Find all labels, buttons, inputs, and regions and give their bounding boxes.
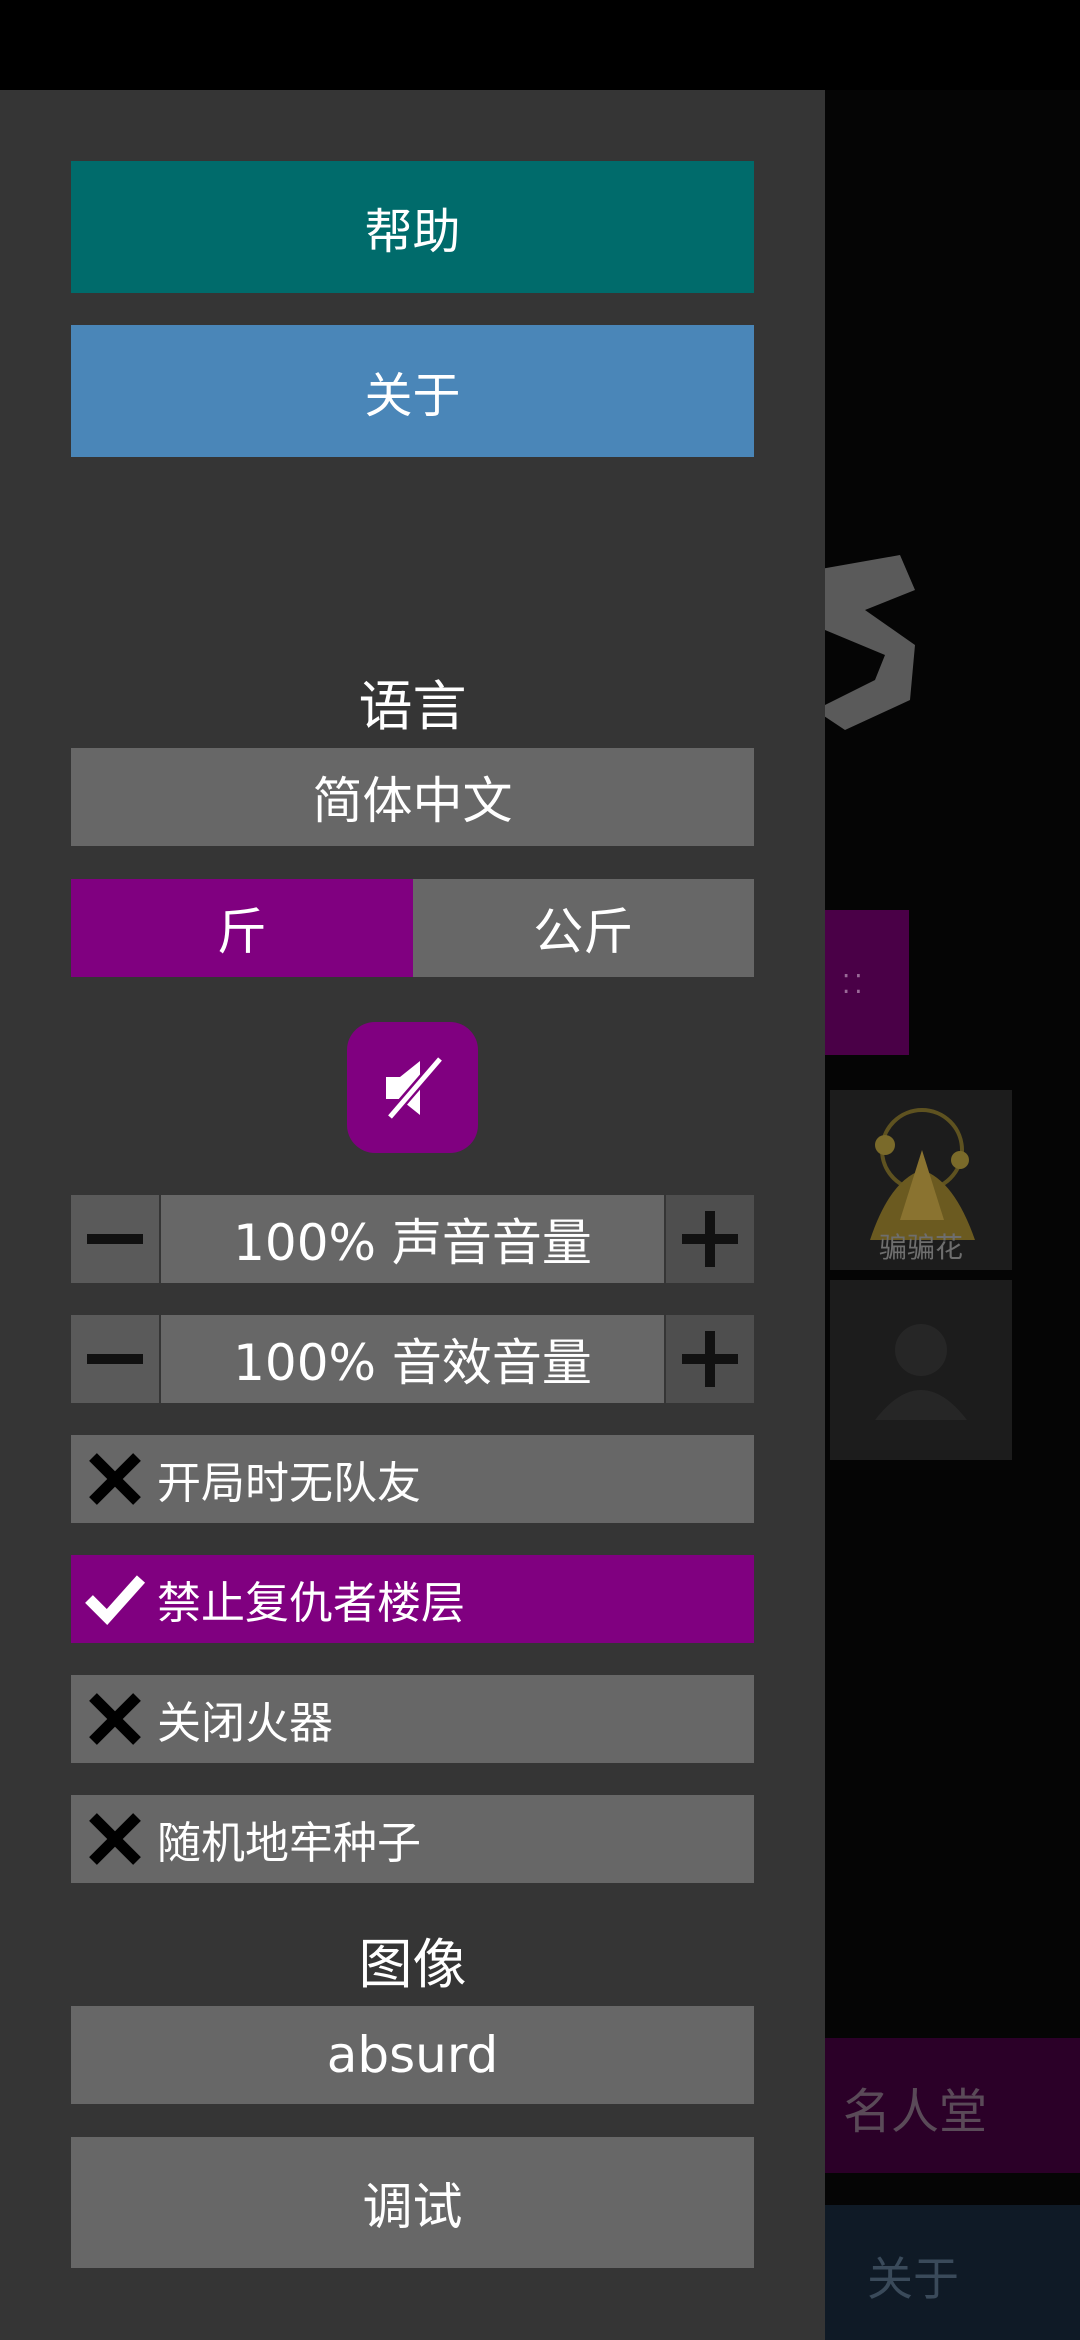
settings-drawer: 帮助 关于 语言 简体中文 斤 公斤 100% 声音音量 100% 音效音量 开… bbox=[0, 90, 825, 2340]
background-empty-card bbox=[830, 1280, 1012, 1460]
music-volume-label: 100% 声音音量 bbox=[161, 1195, 664, 1283]
toggle-label: 开局时无队友 bbox=[157, 1458, 421, 1509]
toggle-disable-firearms[interactable]: 关闭火器 bbox=[71, 1675, 754, 1763]
language-title: 语言 bbox=[358, 675, 467, 738]
minus-icon bbox=[87, 1354, 143, 1364]
unit-selector: 斤 公斤 bbox=[71, 879, 754, 977]
minus-icon bbox=[87, 1234, 143, 1244]
background-purple-tile: ⁚⁚ bbox=[825, 910, 909, 1055]
toggle-label: 禁止复仇者楼层 bbox=[157, 1578, 465, 1629]
music-volume-decrease-button[interactable] bbox=[71, 1195, 159, 1283]
check-icon bbox=[85, 1569, 145, 1629]
sfx-volume-label: 100% 音效音量 bbox=[161, 1315, 664, 1403]
cross-icon bbox=[85, 1689, 145, 1749]
hall-of-fame-label: 名人堂 bbox=[843, 2084, 988, 2140]
mute-button[interactable] bbox=[347, 1022, 478, 1153]
background-about: 关于 bbox=[825, 2205, 1080, 2340]
plus-icon bbox=[682, 1211, 738, 1267]
graphics-title: 图像 bbox=[358, 1933, 467, 1996]
background-hero-card: 骗骗花 bbox=[830, 1090, 1012, 1270]
help-button[interactable]: 帮助 bbox=[71, 161, 754, 293]
status-bar bbox=[0, 0, 1080, 90]
speaker-muted-icon bbox=[383, 1055, 444, 1122]
unit-option-jin[interactable]: 斤 bbox=[71, 879, 413, 977]
hero-card-label: 骗骗花 bbox=[878, 1231, 963, 1264]
graphics-quality-button[interactable]: absurd bbox=[71, 2006, 754, 2104]
language-button[interactable]: 简体中文 bbox=[71, 748, 754, 846]
sfx-volume-increase-button[interactable] bbox=[666, 1315, 754, 1403]
unit-option-kg[interactable]: 公斤 bbox=[412, 879, 754, 977]
toggle-random-dungeon-seed[interactable]: 随机地牢种子 bbox=[71, 1795, 754, 1883]
plus-icon bbox=[682, 1331, 738, 1387]
cross-icon bbox=[85, 1809, 145, 1869]
debug-button[interactable]: 调试 bbox=[71, 2137, 754, 2268]
screen: ⁚⁚ 骗骗花 名人堂 关于 帮助 关于 语言 简体中文 斤 公斤 100% 声音… bbox=[0, 0, 1080, 2340]
toggle-label: 关闭火器 bbox=[157, 1698, 333, 1749]
background-hall-of-fame: 名人堂 bbox=[825, 2038, 1080, 2173]
music-volume-row: 100% 声音音量 bbox=[71, 1195, 754, 1283]
sfx-volume-decrease-button[interactable] bbox=[71, 1315, 159, 1403]
music-volume-increase-button[interactable] bbox=[666, 1195, 754, 1283]
background-about-label: 关于 bbox=[867, 2252, 959, 2306]
sfx-volume-row: 100% 音效音量 bbox=[71, 1315, 754, 1403]
cross-icon bbox=[85, 1449, 145, 1509]
drag-dots-icon: ⁚⁚ bbox=[842, 970, 867, 1000]
person-silhouette-icon bbox=[875, 1324, 967, 1420]
toggle-ban-avenger-floor[interactable]: 禁止复仇者楼层 bbox=[71, 1555, 754, 1643]
toggle-no-teammates[interactable]: 开局时无队友 bbox=[71, 1435, 754, 1523]
toggle-label: 随机地牢种子 bbox=[157, 1818, 421, 1869]
about-button[interactable]: 关于 bbox=[71, 325, 754, 457]
